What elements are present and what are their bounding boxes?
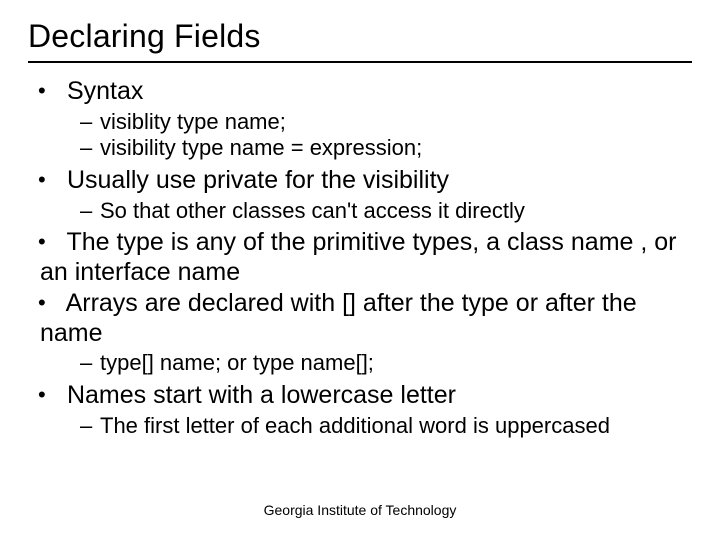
bullet-text: Usually use private for the visibility (67, 166, 449, 194)
list-item: Syntax visiblity type name; visibility t… (40, 77, 692, 162)
list-item: Names start with a lowercase letter The … (40, 381, 692, 439)
sub-text: type[] name; or type name[]; (100, 350, 374, 375)
sub-text: visiblity type name; (100, 109, 286, 134)
list-item: The type is any of the primitive types, … (40, 228, 692, 287)
sub-text: So that other classes can't access it di… (100, 198, 525, 223)
list-item: Usually use private for the visibility S… (40, 166, 692, 224)
bullet-list: Syntax visiblity type name; visibility t… (28, 77, 692, 440)
sub-list: visiblity type name; visibility type nam… (40, 109, 692, 163)
sub-item: visiblity type name; (84, 109, 692, 136)
sub-item: So that other classes can't access it di… (84, 198, 692, 225)
list-item: Arrays are declared with [] after the ty… (40, 289, 692, 377)
sub-list: So that other classes can't access it di… (40, 198, 692, 225)
slide-footer: Georgia Institute of Technology (0, 502, 720, 518)
sub-item: visibility type name = expression; (84, 135, 692, 162)
sub-list: The first letter of each additional word… (40, 413, 692, 440)
bullet-text: Arrays are declared with [] after the ty… (40, 289, 637, 347)
bullet-text: Names start with a lowercase letter (67, 381, 456, 409)
sub-text: visibility type name = expression; (100, 135, 422, 160)
sub-list: type[] name; or type name[]; (40, 350, 692, 377)
bullet-text: Syntax (67, 77, 143, 105)
sub-item: type[] name; or type name[]; (84, 350, 692, 377)
slide-title: Declaring Fields (28, 18, 692, 63)
sub-text: The first letter of each additional word… (100, 413, 610, 438)
bullet-text: The type is any of the primitive types, … (40, 228, 677, 286)
sub-item: The first letter of each additional word… (84, 413, 692, 440)
